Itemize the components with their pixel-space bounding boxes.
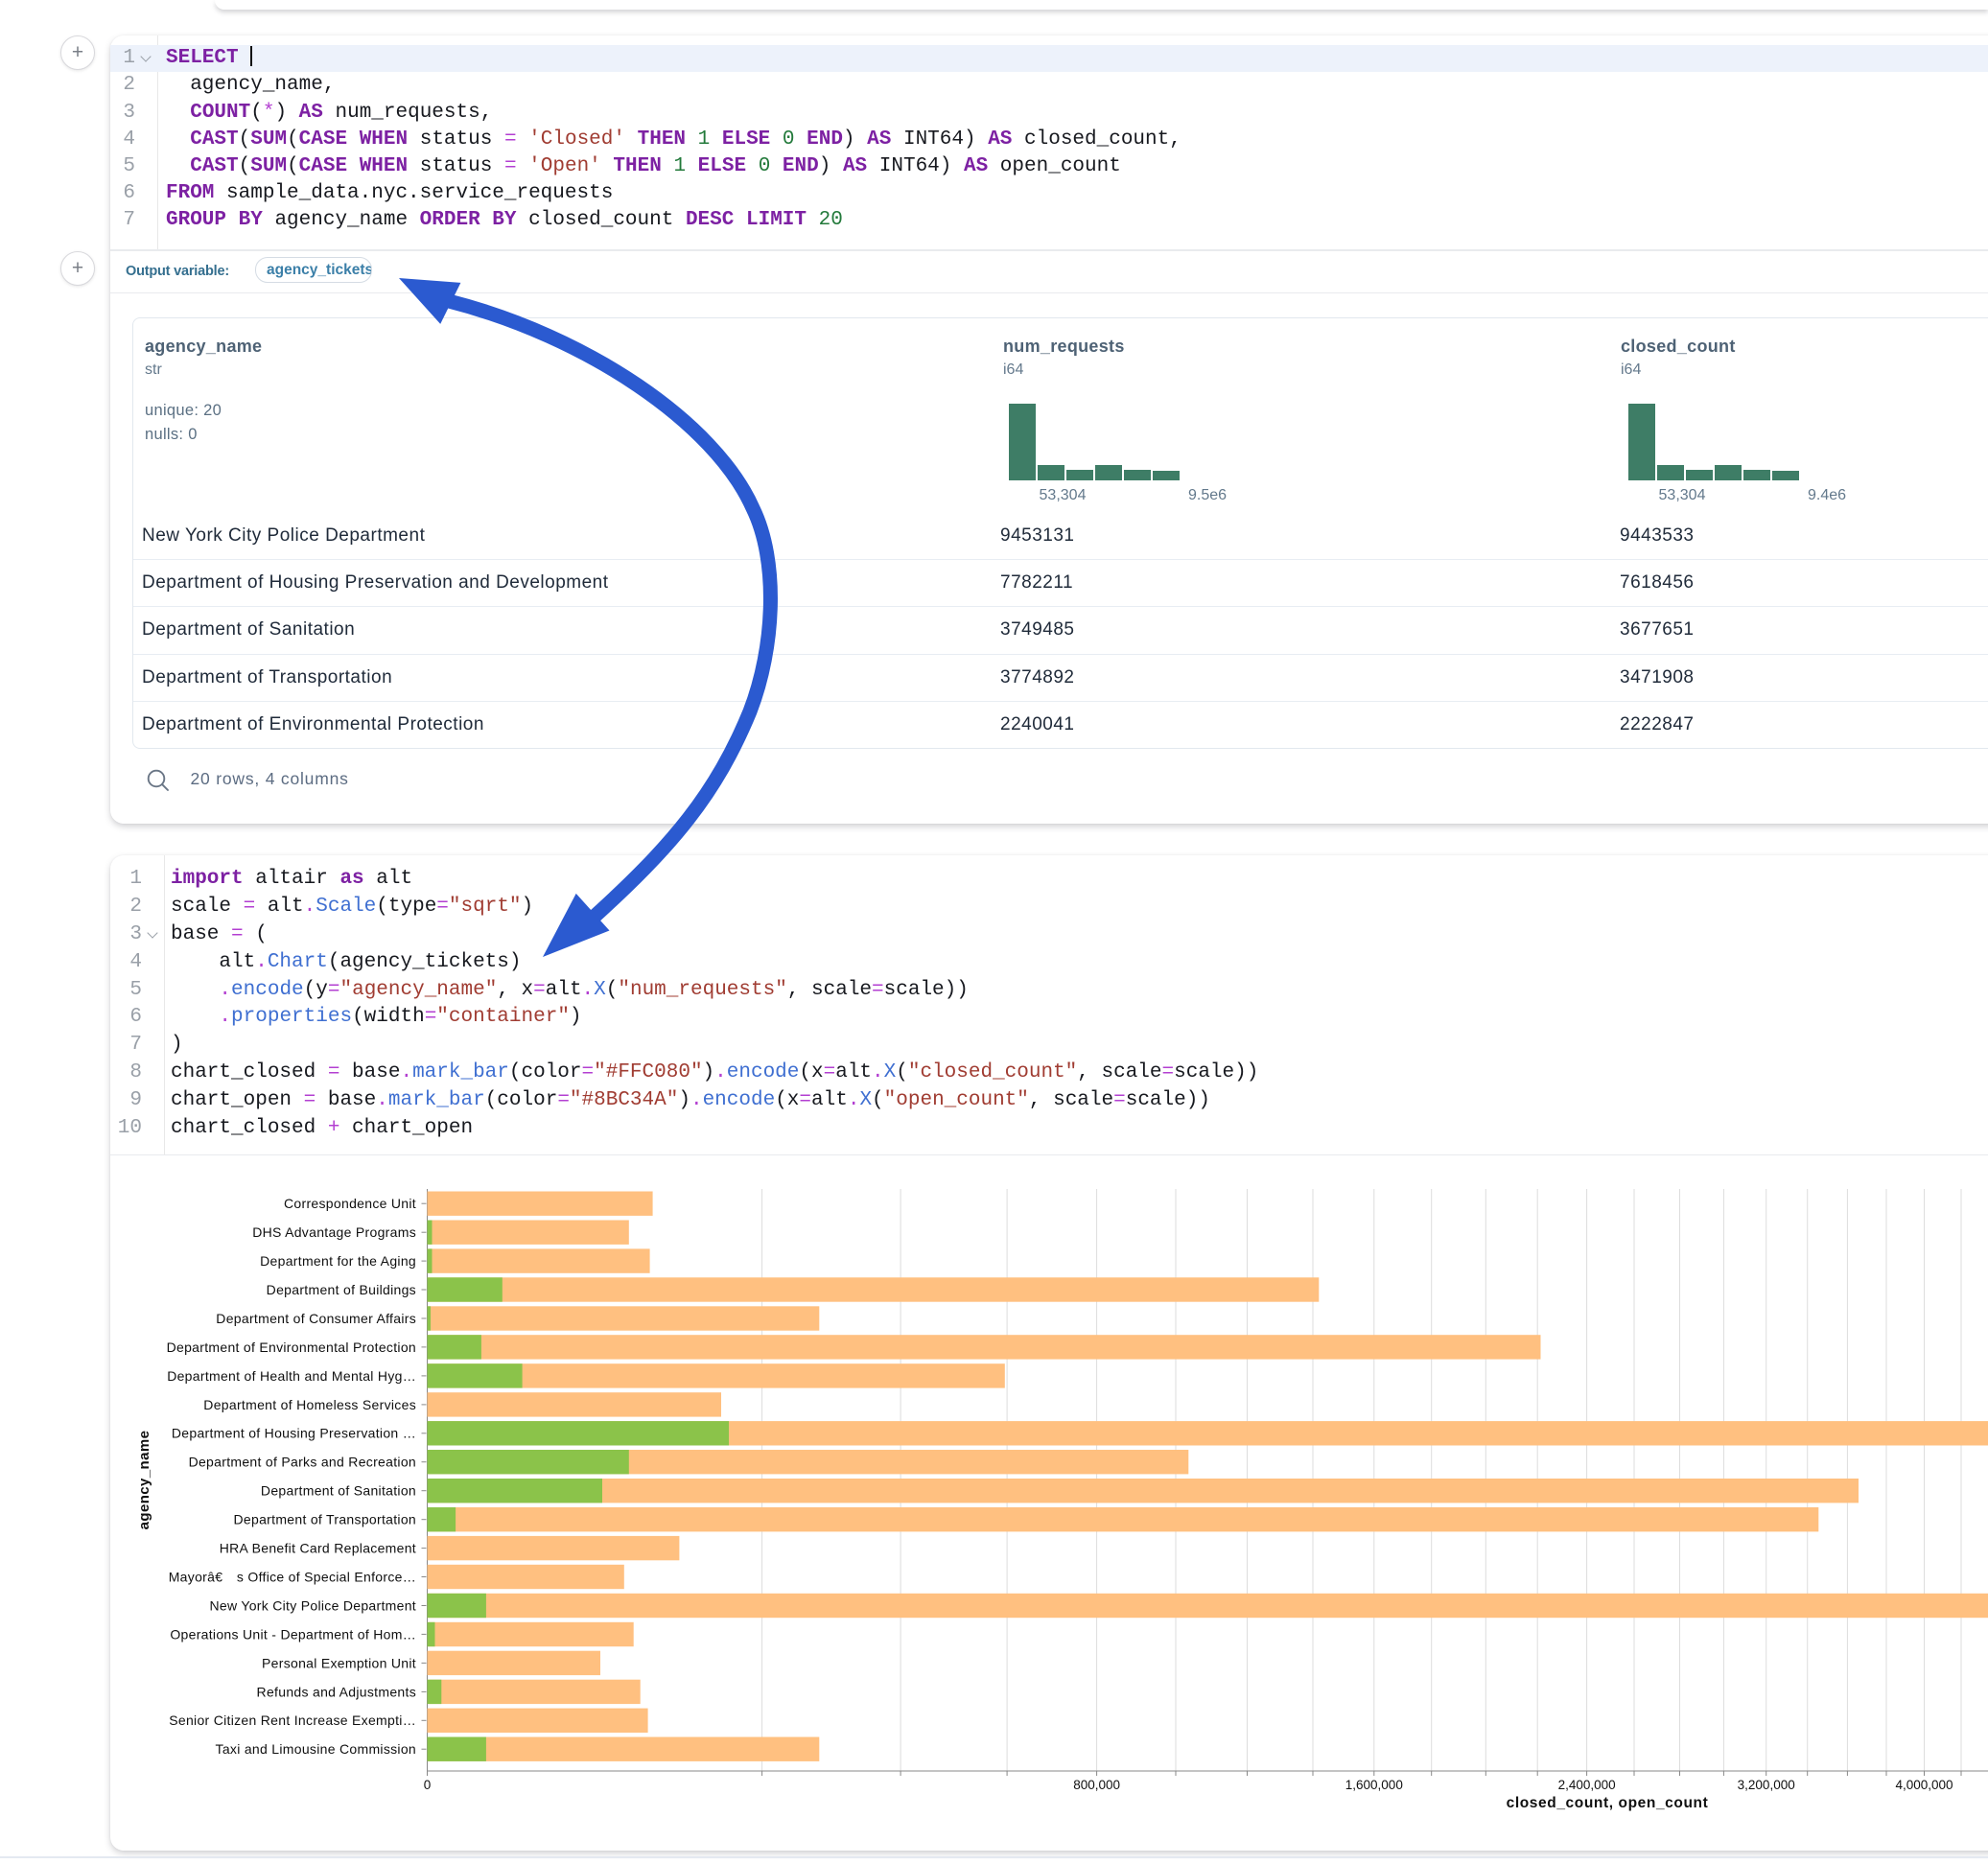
svg-text:HRA Benefit Card Replacement: HRA Benefit Card Replacement [220,1541,416,1556]
svg-text:53,304: 53,304 [1040,487,1087,503]
svg-text:Department of Housing Preserva: Department of Housing Preservation … [172,1426,416,1441]
svg-text:Department of Consumer Affairs: Department of Consumer Affairs [216,1311,416,1326]
svg-text:1,600,000: 1,600,000 [1345,1778,1403,1792]
svg-text:Correspondence Unit: Correspondence Unit [284,1196,416,1211]
svg-text:9.4e6: 9.4e6 [1808,487,1846,503]
svg-text:2,400,000: 2,400,000 [1558,1778,1616,1792]
svg-text:53,304: 53,304 [1659,487,1706,503]
svg-text:Department of Transportation: Department of Transportation [234,1512,417,1527]
svg-text:Department for the Aging: Department for the Aging [260,1253,416,1269]
svg-text:Operations Unit - Department o: Operations Unit - Department of Hom… [170,1626,416,1642]
svg-text:New York City Police Departmen: New York City Police Department [210,1597,417,1613]
svg-text:Department of Buildings: Department of Buildings [267,1282,416,1297]
svg-text:Taxi and Limousine Commission: Taxi and Limousine Commission [216,1741,416,1757]
svg-text:800,000: 800,000 [1073,1778,1120,1792]
svg-text:Mayorâ€ s Office of Special E: Mayorâ€ s Office of Special Enforce… [169,1569,416,1584]
svg-text:DHS Advantage Programs: DHS Advantage Programs [252,1224,416,1240]
svg-text:Department of Health and Menta: Department of Health and Mental Hyg… [167,1368,416,1384]
svg-text:closed_count, open_count: closed_count, open_count [1507,1795,1709,1811]
svg-text:4,000,000: 4,000,000 [1895,1778,1953,1792]
svg-text:Department of Parks and Recrea: Department of Parks and Recreation [189,1455,416,1470]
svg-text:Refunds and Adjustments: Refunds and Adjustments [257,1684,416,1699]
svg-text:agency_name: agency_name [136,1431,152,1530]
svg-text:Department of Sanitation: Department of Sanitation [261,1483,416,1499]
svg-text:Department of Environmental Pr: Department of Environmental Protection [167,1340,416,1355]
svg-text:9.5e6: 9.5e6 [1188,487,1227,503]
svg-text:3,200,000: 3,200,000 [1738,1778,1795,1792]
svg-text:0: 0 [424,1778,432,1792]
svg-text:Personal Exemption Unit: Personal Exemption Unit [262,1655,416,1670]
svg-text:Department of Homeless Service: Department of Homeless Services [203,1397,416,1412]
svg-text:Senior Citizen Rent Increase E: Senior Citizen Rent Increase Exempti… [169,1713,416,1728]
